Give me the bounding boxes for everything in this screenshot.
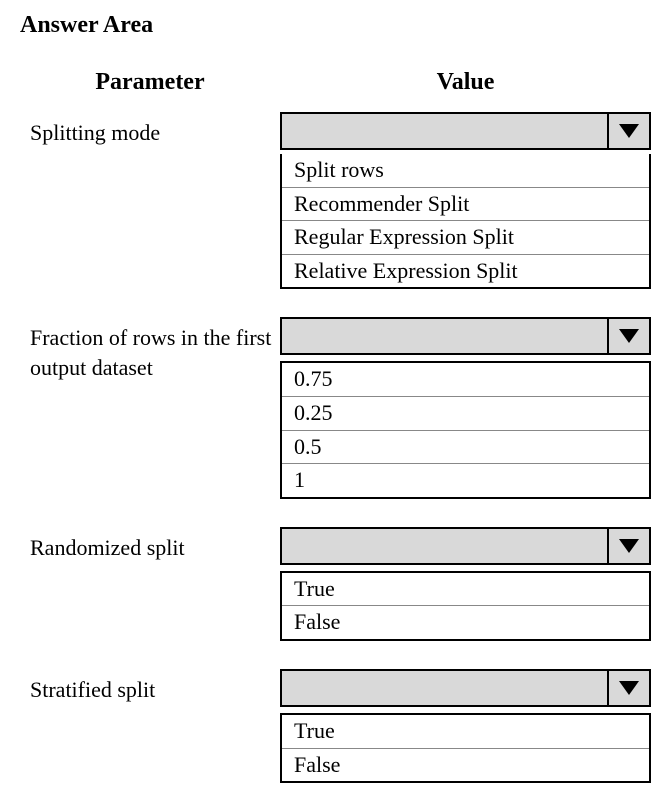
- row-stratified: Stratified split True False: [20, 669, 651, 783]
- option-randomized-true[interactable]: True: [282, 573, 649, 607]
- dropdown-selected-splitting-mode: [282, 114, 607, 148]
- row-splitting-mode: Splitting mode Split rows Recommender Sp…: [20, 112, 651, 289]
- options-fraction: 0.75 0.25 0.5 1: [280, 361, 651, 498]
- option-relative-expression-split[interactable]: Relative Expression Split: [282, 255, 649, 288]
- chevron-down-icon[interactable]: [607, 319, 649, 353]
- option-split-rows[interactable]: Split rows: [282, 154, 649, 188]
- column-headers: Parameter Value: [20, 69, 651, 96]
- option-0-5[interactable]: 0.5: [282, 431, 649, 465]
- dropdown-selected-randomized: [282, 529, 607, 563]
- header-value: Value: [280, 69, 651, 96]
- label-stratified: Stratified split: [20, 669, 280, 705]
- option-recommender-split[interactable]: Recommender Split: [282, 188, 649, 222]
- options-splitting-mode: Split rows Recommender Split Regular Exp…: [280, 154, 651, 289]
- chevron-down-icon[interactable]: [607, 529, 649, 563]
- option-1[interactable]: 1: [282, 464, 649, 497]
- option-stratified-true[interactable]: True: [282, 715, 649, 749]
- options-stratified: True False: [280, 713, 651, 783]
- option-0-25[interactable]: 0.25: [282, 397, 649, 431]
- option-stratified-false[interactable]: False: [282, 749, 649, 782]
- label-randomized: Randomized split: [20, 527, 280, 563]
- header-parameter: Parameter: [20, 69, 280, 96]
- label-splitting-mode: Splitting mode: [20, 112, 280, 148]
- option-randomized-false[interactable]: False: [282, 606, 649, 639]
- dropdown-stratified[interactable]: [280, 669, 651, 707]
- row-randomized: Randomized split True False: [20, 527, 651, 641]
- answer-area-title: Answer Area: [20, 12, 651, 39]
- options-randomized: True False: [280, 571, 651, 641]
- label-fraction: Fraction of rows in the first output dat…: [20, 317, 280, 382]
- chevron-down-icon[interactable]: [607, 671, 649, 705]
- dropdown-selected-fraction: [282, 319, 607, 353]
- dropdown-splitting-mode[interactable]: [280, 112, 651, 150]
- dropdown-selected-stratified: [282, 671, 607, 705]
- row-fraction: Fraction of rows in the first output dat…: [20, 317, 651, 498]
- option-regular-expression-split[interactable]: Regular Expression Split: [282, 221, 649, 255]
- chevron-down-icon[interactable]: [607, 114, 649, 148]
- dropdown-fraction[interactable]: [280, 317, 651, 355]
- dropdown-randomized[interactable]: [280, 527, 651, 565]
- option-0-75[interactable]: 0.75: [282, 363, 649, 397]
